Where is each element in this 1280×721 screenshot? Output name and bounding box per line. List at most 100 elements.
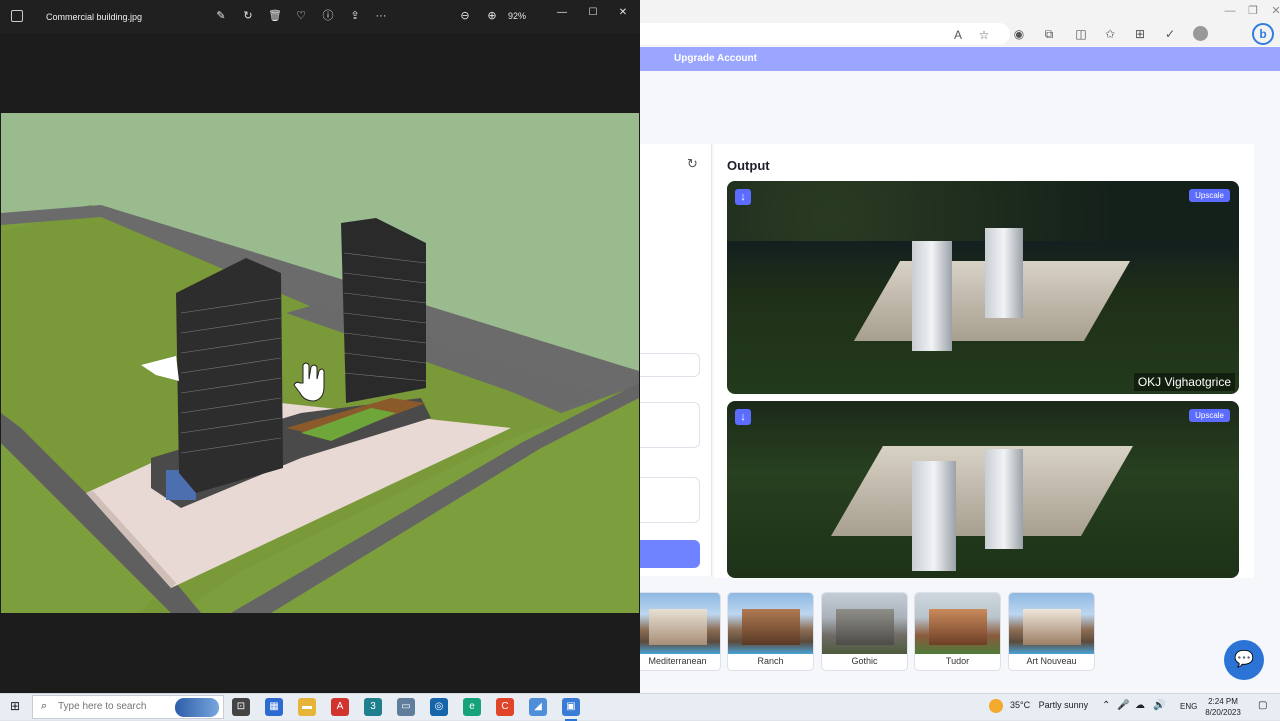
edit-icon[interactable]: ✎ (213, 8, 229, 24)
download-icon[interactable]: ↓ (735, 409, 751, 425)
taskbar-app-10[interactable]: ▣ (562, 698, 580, 721)
favorite-star-icon[interactable]: ☆ (976, 27, 992, 43)
zoom-out-icon[interactable]: ⊖ (457, 8, 473, 24)
style-card-art-nouveau[interactable]: Art Nouveau (1008, 592, 1095, 671)
zoom-level[interactable]: 92% (508, 11, 526, 21)
taskbar-app-5[interactable]: ▭ (397, 698, 415, 716)
file-name: Commercial building.jpg (46, 12, 143, 22)
tracker-icon[interactable]: ✓ (1162, 26, 1178, 42)
browser-titlebar: — ❐ ✕ (640, 0, 1280, 22)
image-viewport[interactable] (1, 113, 639, 613)
search-input[interactable] (58, 701, 173, 712)
output-panel: Output ↓ Upscale OKJ Vighaotgrice ↓ Upsc… (714, 144, 1254, 578)
taskbar-app-7[interactable]: e (463, 698, 481, 716)
windows-start-button[interactable]: ⊞ (6, 699, 24, 715)
upscale-button[interactable]: Upscale (1189, 409, 1230, 422)
taskbar-app-6[interactable]: ◎ (430, 698, 448, 716)
tree-line (727, 181, 1239, 241)
style-label: Ranch (757, 656, 784, 666)
style-thumbnail (635, 593, 720, 654)
taskbar: ⊞ ⌕ ⊡▦▬A3▭◎eC◢▣ 35°C Partly sunny ⌃ 🎤 ☁ … (0, 693, 1280, 721)
browser-close-button[interactable]: ✕ (1268, 3, 1280, 19)
tray-chevron-icon[interactable]: ⌃ (1102, 700, 1110, 711)
upscale-button[interactable]: Upscale (1189, 189, 1230, 202)
favorite-heart-icon[interactable]: ♡ (293, 8, 309, 24)
style-dropdown[interactable] (640, 353, 700, 377)
bing-chat-button[interactable]: b (1252, 23, 1274, 45)
tower-right (985, 449, 1023, 549)
output-image-2[interactable]: ↓ Upscale (727, 401, 1239, 578)
negative-prompt-field[interactable] (640, 477, 700, 523)
browser-essentials-icon[interactable]: ◉ (1011, 26, 1027, 42)
reset-icon[interactable]: ↻ (687, 156, 698, 172)
photos-app-icon (11, 10, 23, 22)
tower-right (985, 228, 1023, 318)
notification-icon[interactable]: ▢ (1258, 700, 1267, 711)
extensions-icon[interactable]: ⧉ (1041, 26, 1057, 42)
taskbar-search[interactable]: ⌕ (32, 695, 224, 719)
taskbar-app-1[interactable]: ▦ (265, 698, 283, 716)
style-thumbnail (822, 593, 907, 654)
style-label: Mediterranean (648, 656, 707, 666)
more-options-icon[interactable]: ··· (373, 8, 389, 24)
delete-icon[interactable]: 🗑 (267, 8, 283, 24)
output-title: Output (727, 158, 770, 173)
style-label: Tudor (945, 656, 970, 666)
upgrade-banner: Upgrade Account (640, 47, 1280, 71)
photos-window: Commercial building.jpg ✎ ↻ 🗑 ♡ ⓘ ⇪ ··· … (0, 0, 640, 693)
download-icon[interactable]: ↓ (735, 189, 751, 205)
style-card-gothic[interactable]: Gothic (821, 592, 908, 671)
address-bar[interactable]: A ☆ (640, 23, 1010, 45)
share-icon[interactable]: ⇪ (347, 8, 363, 24)
prompt-field[interactable] (640, 402, 700, 448)
tower-left (912, 461, 956, 571)
browser-restore-button[interactable]: ❐ (1245, 3, 1261, 19)
taskbar-clock[interactable]: 2:24 PM 8/20/2023 (1200, 696, 1246, 718)
profile-avatar[interactable] (1193, 26, 1208, 41)
generate-button[interactable] (640, 540, 700, 568)
photos-close-button[interactable]: ✕ (614, 5, 632, 21)
output-image-1[interactable]: ↓ Upscale OKJ Vighaotgrice (727, 181, 1239, 394)
zoom-in-icon[interactable]: ⊕ (484, 8, 500, 24)
style-label: Art Nouveau (1026, 656, 1077, 666)
chat-support-button[interactable]: 💬 (1224, 640, 1264, 680)
weather-icon[interactable] (989, 699, 1003, 713)
weather-condition: Partly sunny (1038, 700, 1089, 710)
split-screen-icon[interactable]: ◫ (1073, 26, 1089, 42)
web-content: ↻ Output ↓ Upscale OKJ Vighaotgrice ↓ Up… (634, 71, 1280, 693)
microphone-icon[interactable]: 🎤 (1117, 700, 1129, 711)
photos-maximize-button[interactable]: ☐ (584, 5, 602, 21)
info-icon[interactable]: ⓘ (320, 8, 336, 24)
taskbar-app-9[interactable]: ◢ (529, 698, 547, 716)
upgrade-account-link[interactable]: Upgrade Account (674, 53, 757, 64)
clock-time: 2:24 PM (1208, 697, 1238, 706)
collections-icon[interactable]: ⊞ (1132, 26, 1148, 42)
browser-toolbar: A ☆ ◉ ⧉ ◫ ✩ ⊞ ✓ b (640, 22, 1280, 46)
rotate-icon[interactable]: ↻ (240, 8, 256, 24)
plaza (831, 446, 1133, 536)
taskbar-app-2[interactable]: ▬ (298, 698, 316, 716)
favorites-icon[interactable]: ✩ (1102, 26, 1118, 42)
search-icon: ⌕ (41, 700, 48, 712)
read-aloud-icon[interactable]: A (950, 27, 966, 43)
taskbar-app-8[interactable]: C (496, 698, 514, 716)
style-card-ranch[interactable]: Ranch (727, 592, 814, 671)
style-card-tudor[interactable]: Tudor (914, 592, 1001, 671)
taskbar-app-4[interactable]: 3 (364, 698, 382, 716)
style-card-mediterranean[interactable]: Mediterranean (634, 592, 721, 671)
style-thumbnail (1009, 593, 1094, 654)
weather-temp: 35°C (1010, 700, 1031, 710)
sketchup-model-image (1, 113, 639, 613)
taskbar-app-0[interactable]: ⊡ (232, 698, 250, 716)
volume-icon[interactable]: 🔊 (1153, 700, 1165, 711)
style-label: Gothic (851, 656, 878, 666)
weather-widget[interactable]: 35°C Partly sunny (1010, 700, 1088, 710)
browser-minimize-button[interactable]: — (1222, 3, 1238, 19)
language-indicator[interactable]: ENG (1180, 702, 1197, 711)
clock-date: 8/20/2023 (1205, 708, 1241, 717)
watermark: OKJ Vighaotgrice (1133, 373, 1235, 391)
network-icon[interactable]: ☁ (1135, 700, 1145, 711)
photos-minimize-button[interactable]: — (553, 5, 571, 21)
taskbar-app-3[interactable]: A (331, 698, 349, 716)
tower-right (341, 218, 426, 403)
